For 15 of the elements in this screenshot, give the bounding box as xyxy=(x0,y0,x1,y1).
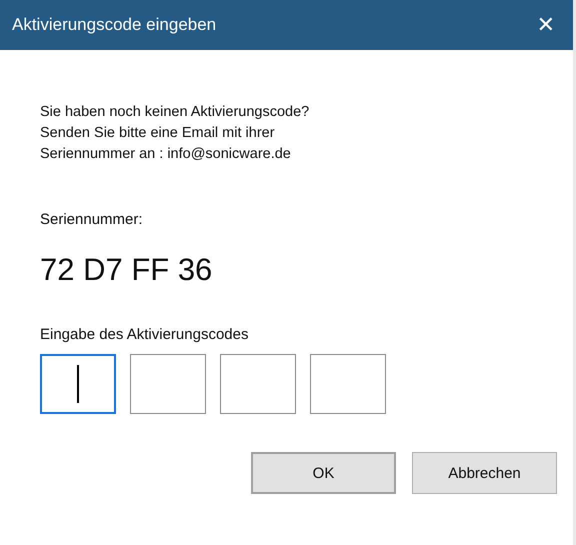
code-field[interactable] xyxy=(130,354,206,414)
code-field[interactable] xyxy=(40,354,116,414)
ok-button[interactable]: OK xyxy=(251,452,396,494)
window-title: Aktivierungscode eingeben xyxy=(12,15,216,35)
code-field[interactable] xyxy=(220,354,296,414)
cancel-button[interactable]: Abbrechen xyxy=(412,452,557,494)
close-button[interactable]: ✕ xyxy=(532,12,559,38)
info-text: Senden Sie bitte eine Email mit ihrer xyxy=(40,124,276,143)
serial-number: 72 D7 FF 36 xyxy=(40,252,214,288)
serial-label: Seriennummer: xyxy=(40,211,144,228)
text-cursor xyxy=(77,365,79,403)
code-field[interactable] xyxy=(310,354,386,414)
info-text: Seriennummer an : info@sonicware.de xyxy=(40,145,292,164)
code-label: Eingabe des Aktivierungscodes xyxy=(40,326,250,343)
info-text: Sie haben noch keinen Aktivierungscode? xyxy=(40,103,310,122)
